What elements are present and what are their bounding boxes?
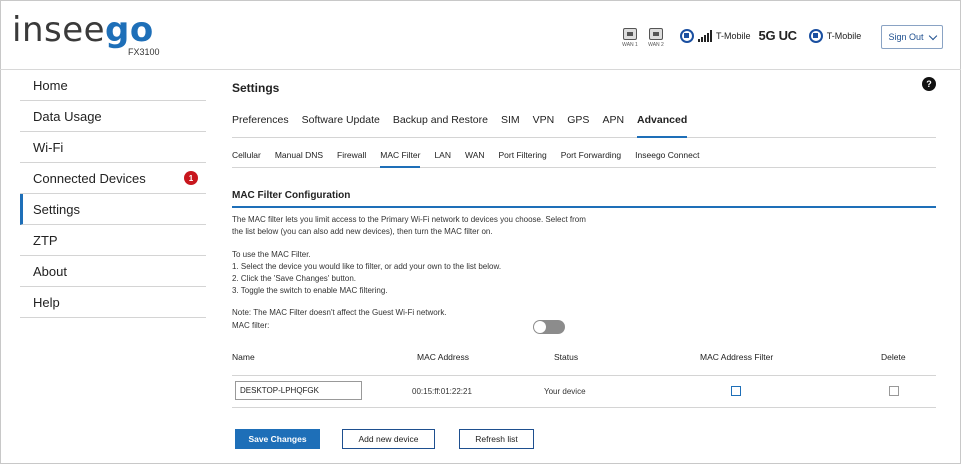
add-new-device-button[interactable]: Add new device bbox=[342, 429, 435, 449]
column-header-mac: MAC Address bbox=[417, 352, 469, 362]
tab-preferences[interactable]: Preferences bbox=[232, 114, 289, 138]
notification-badge: 1 bbox=[184, 171, 198, 185]
sign-out-label: Sign Out bbox=[888, 32, 924, 42]
step-3: 3. Toggle the switch to enable MAC filte… bbox=[232, 286, 388, 295]
device-name-input[interactable] bbox=[235, 381, 362, 400]
inseego-logo: inseego bbox=[12, 10, 154, 50]
sidebar-item-home[interactable]: Home bbox=[20, 70, 206, 101]
sidebar-item-label: Home bbox=[33, 77, 68, 93]
sidebar-item-label: About bbox=[33, 263, 67, 279]
subtab-cellular[interactable]: Cellular bbox=[232, 150, 261, 168]
tab-apn[interactable]: APN bbox=[602, 114, 624, 138]
sim-icon bbox=[808, 28, 823, 43]
guest-note: Note: The MAC Filter doesn't affect the … bbox=[232, 308, 447, 317]
tab-backup-restore[interactable]: Backup and Restore bbox=[393, 114, 488, 138]
help-icon[interactable]: ? bbox=[922, 77, 936, 91]
sidebar-item-about[interactable]: About bbox=[20, 256, 206, 287]
intro-text-line1: The MAC filter lets you limit access to … bbox=[232, 215, 586, 224]
sidebar-item-label: Data Usage bbox=[33, 108, 102, 124]
sidebar-item-ztp[interactable]: ZTP bbox=[20, 225, 206, 256]
sign-out-button[interactable]: Sign Out bbox=[881, 25, 943, 49]
sidebar-item-data-usage[interactable]: Data Usage bbox=[20, 101, 206, 132]
mac-filter-checkbox[interactable] bbox=[731, 386, 741, 396]
subtab-port-forwarding[interactable]: Port Forwarding bbox=[561, 150, 621, 168]
wan1-label: WAN 1 bbox=[622, 42, 638, 48]
wan2-status: WAN 2 bbox=[646, 28, 666, 48]
subtab-manual-dns[interactable]: Manual DNS bbox=[275, 150, 323, 168]
sidebar-item-help[interactable]: Help bbox=[20, 287, 206, 318]
network-type: 5G UC bbox=[758, 28, 798, 43]
advanced-subtabs: Cellular Manual DNS Firewall MAC Filter … bbox=[232, 150, 936, 168]
sidebar-item-connected-devices[interactable]: Connected Devices 1 bbox=[20, 163, 206, 194]
step-2: 2. Click the 'Save Changes' button. bbox=[232, 274, 357, 283]
sidebar-item-label: Help bbox=[33, 294, 60, 310]
sidebar-item-wifi[interactable]: Wi-Fi bbox=[20, 132, 206, 163]
subtab-wan[interactable]: WAN bbox=[465, 150, 485, 168]
tab-software-update[interactable]: Software Update bbox=[302, 114, 380, 138]
intro-text-line2: the list below (you can also add new dev… bbox=[232, 227, 493, 236]
column-header-filter: MAC Address Filter bbox=[700, 352, 774, 362]
carrier-name: T-Mobile bbox=[716, 30, 751, 41]
table-divider bbox=[232, 375, 936, 376]
refresh-list-button[interactable]: Refresh list bbox=[459, 429, 534, 449]
ethernet-port-icon bbox=[649, 28, 663, 40]
subtab-port-filtering[interactable]: Port Filtering bbox=[499, 150, 547, 168]
subtab-firewall[interactable]: Firewall bbox=[337, 150, 366, 168]
settings-tabs: Preferences Software Update Backup and R… bbox=[232, 114, 936, 138]
header: inseego FX3100 WAN 1 WAN 2 T-Mobile 5G U… bbox=[0, 0, 961, 70]
page-title: Settings bbox=[232, 81, 280, 95]
mac-filter-label: MAC filter: bbox=[232, 321, 270, 330]
subtab-inseego-connect[interactable]: Inseego Connect bbox=[635, 150, 699, 168]
column-header-delete: Delete bbox=[881, 352, 906, 362]
tab-vpn[interactable]: VPN bbox=[533, 114, 555, 138]
save-changes-button[interactable]: Save Changes bbox=[235, 429, 320, 449]
tab-advanced[interactable]: Advanced bbox=[637, 114, 688, 138]
tab-gps[interactable]: GPS bbox=[567, 114, 589, 138]
toggle-knob bbox=[534, 321, 546, 333]
step-1: 1. Select the device you would like to f… bbox=[232, 262, 502, 271]
sidebar: Home Data Usage Wi-Fi Connected Devices 1… bbox=[20, 70, 206, 318]
column-header-name: Name bbox=[232, 352, 255, 362]
sidebar-item-label: Settings bbox=[33, 201, 80, 217]
subtab-lan[interactable]: LAN bbox=[434, 150, 451, 168]
carrier-name-2: T-Mobile bbox=[826, 30, 862, 41]
subtab-mac-filter[interactable]: MAC Filter bbox=[380, 150, 421, 168]
delete-checkbox[interactable] bbox=[889, 386, 899, 396]
wan2-label: WAN 2 bbox=[648, 42, 664, 48]
mac-filter-toggle[interactable] bbox=[533, 320, 565, 334]
section-title: MAC Filter Configuration bbox=[232, 190, 351, 201]
logo-text: insee bbox=[12, 10, 106, 50]
sidebar-item-label: Connected Devices bbox=[33, 170, 146, 186]
sidebar-item-label: ZTP bbox=[33, 232, 58, 248]
sidebar-item-label: Wi-Fi bbox=[33, 139, 64, 155]
chevron-down-icon bbox=[928, 31, 937, 40]
sidebar-item-settings[interactable]: Settings bbox=[20, 194, 206, 225]
wan1-status: WAN 1 bbox=[620, 28, 640, 48]
sim-icon bbox=[680, 28, 694, 43]
model-name: FX3100 bbox=[128, 47, 160, 57]
status-cell: Your device bbox=[544, 387, 586, 396]
steps-title: To use the MAC Filter. bbox=[232, 250, 311, 259]
signal-bars-icon bbox=[698, 29, 712, 42]
ethernet-port-icon bbox=[623, 28, 637, 40]
table-divider bbox=[232, 407, 936, 408]
tab-sim[interactable]: SIM bbox=[501, 114, 520, 138]
cellular-status: T-Mobile 5G UC T-Mobile bbox=[680, 28, 861, 43]
logo-text-accent: go bbox=[105, 10, 154, 50]
mac-address-cell: 00:15:ff:01:22:21 bbox=[412, 387, 472, 396]
section-divider bbox=[232, 206, 936, 208]
column-header-status: Status bbox=[554, 352, 579, 362]
